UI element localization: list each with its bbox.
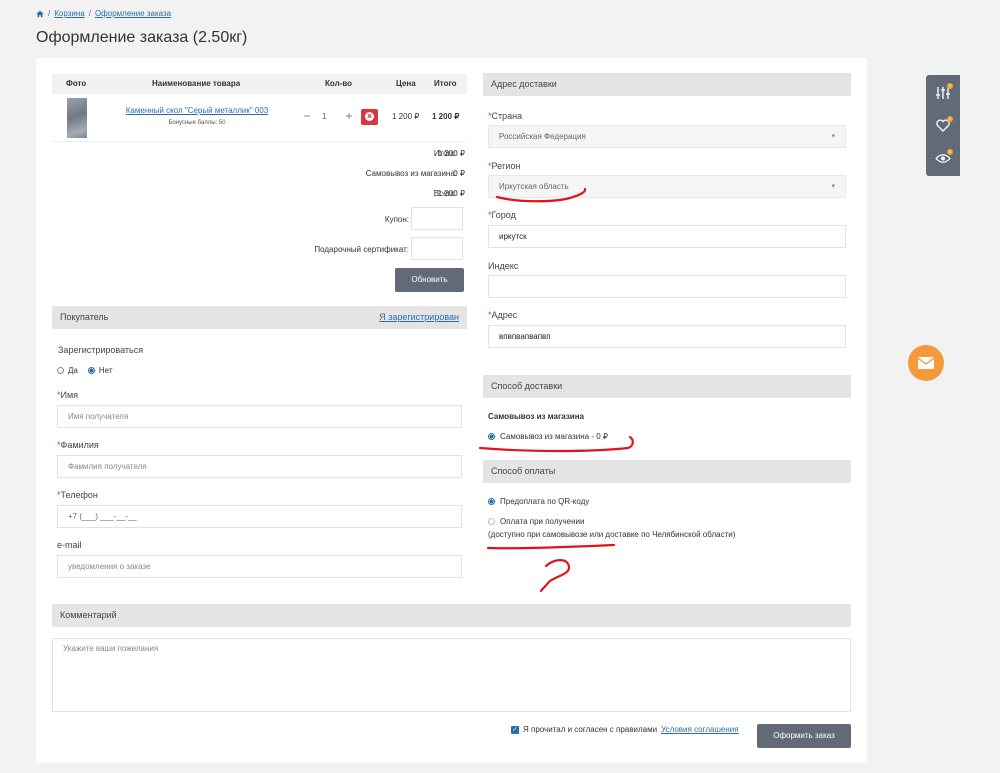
index-input[interactable]	[488, 275, 846, 298]
payment-qr-label: Предоплата по QR-коду	[500, 497, 590, 506]
favorites-count: 0	[947, 116, 953, 122]
phone-label: *Телефон	[57, 490, 98, 500]
product-bonus: Бонусные баллы: 50	[168, 120, 226, 126]
payment-cod-label: Оплата при получении	[500, 517, 585, 526]
summary-total-value: 1 200 ₽	[437, 189, 465, 198]
payment-qr-radio[interactable]	[488, 498, 495, 505]
compare-button[interactable]: 0	[926, 76, 960, 109]
agreement-row: ✓ Я прочитал и согласен с правилами Усло…	[511, 725, 739, 734]
payment-note: (доступно при самовывозе или доставке по…	[488, 530, 736, 539]
payment-cod-radio[interactable]	[488, 518, 495, 525]
column-name: Наименование товара	[152, 79, 241, 88]
delivery-pickup-label: Самовывоз из магазина - 0 ₽	[500, 432, 608, 441]
buyer-section-title: Покупатель	[60, 312, 109, 322]
breadcrumb-checkout-link[interactable]: Оформление заказа	[95, 9, 171, 18]
register-no-label: Нет	[98, 366, 113, 375]
country-select[interactable]: Российская Федерация ▾	[488, 125, 846, 148]
city-input[interactable]: иркутск	[488, 225, 846, 248]
buyer-section-header: Покупатель Я зарегистрирован	[52, 306, 467, 329]
delivery-group-title: Самовывоз из магазина	[488, 412, 584, 421]
delivery-pickup-radio[interactable]	[488, 433, 495, 440]
address-section-header: Адрес доставки	[483, 73, 851, 96]
city-label: *Город	[488, 210, 516, 220]
register-radio-group: Да Нет	[57, 366, 113, 375]
register-label: Зарегистрироваться	[58, 345, 144, 355]
product-name-link[interactable]: Каменный скол "Серый металлик" 003	[112, 106, 282, 115]
email-label: e-mail	[57, 540, 82, 550]
phone-input[interactable]: +7 (___) ___-__-__	[57, 505, 462, 528]
agreement-text: Я прочитал и согласен с правилами	[523, 725, 658, 734]
product-photo[interactable]	[67, 98, 87, 138]
name-label: *Имя	[57, 390, 79, 400]
region-label: *Регион	[488, 161, 521, 171]
payment-option-qr[interactable]: Предоплата по QR-коду	[488, 497, 589, 506]
qty-plus-button[interactable]: +	[340, 109, 358, 125]
chevron-down-icon: ▾	[831, 133, 835, 140]
column-photo: Фото	[66, 79, 87, 88]
compare-count: 0	[947, 83, 953, 89]
payment-section-header: Способ оплаты	[483, 460, 851, 483]
side-toolbar: 0 0 6	[926, 75, 960, 176]
page-title: Оформление заказа (2.50кг)	[36, 29, 248, 46]
agreement-terms-link[interactable]: Условия соглашения	[661, 725, 739, 734]
qty-minus-button[interactable]: −	[298, 109, 316, 125]
agreement-checkbox[interactable]: ✓	[511, 725, 519, 734]
payment-option-cod[interactable]: Оплата при получении	[488, 517, 584, 526]
column-price: Цена	[396, 79, 416, 88]
register-yes-radio[interactable]	[57, 367, 64, 374]
register-yes-label: Да	[68, 366, 78, 375]
envelope-icon	[918, 357, 934, 369]
email-input[interactable]: уведомления о заказе	[57, 555, 462, 578]
country-label: *Страна	[488, 111, 523, 121]
summary-subtotal-value: 1 200 ₽	[437, 149, 465, 158]
breadcrumb-cart-link[interactable]: Корзина	[54, 9, 84, 18]
comment-section-header: Комментарий	[52, 604, 851, 627]
delivery-option[interactable]: Самовывоз из магазина - 0 ₽	[488, 432, 608, 441]
viewed-button[interactable]: 6	[926, 142, 960, 175]
column-total: Итого	[434, 79, 457, 88]
remove-item-button[interactable]	[361, 109, 378, 125]
surname-input[interactable]: Фамилия получателя	[57, 455, 462, 478]
table-row: Каменный скол "Серый металлик" 003 Бонус…	[52, 94, 467, 142]
summary-delivery-value: 0 ₽	[453, 169, 465, 178]
product-total: 1 200 ₽	[432, 112, 460, 121]
already-registered-link[interactable]: Я зарегистрирован	[379, 306, 459, 329]
viewed-count: 6	[947, 149, 953, 155]
breadcrumb-separator: /	[48, 9, 51, 18]
qty-value[interactable]: 1	[322, 112, 326, 121]
chevron-down-icon: ▾	[831, 183, 835, 190]
address-label: *Адрес	[488, 310, 518, 320]
name-input[interactable]: Имя получателя	[57, 405, 462, 428]
region-select[interactable]: Иркутская область ▾	[488, 175, 846, 198]
update-button[interactable]: Обновить	[395, 268, 464, 292]
mail-button[interactable]	[908, 345, 944, 381]
submit-order-button[interactable]: Оформить заказ	[757, 724, 851, 748]
register-no-radio[interactable]	[87, 367, 95, 374]
coupon-label: Купон:	[384, 215, 409, 224]
breadcrumb-separator: /	[88, 9, 91, 18]
delivery-section-header: Способ доставки	[483, 375, 851, 398]
cart-table-header: Фото Наименование товара Кол-во Цена Ито…	[52, 74, 467, 94]
address-input[interactable]: впвпвапвапвп	[488, 325, 846, 348]
column-qty: Кол-во	[325, 79, 353, 88]
favorites-button[interactable]: 0	[926, 109, 960, 142]
coupon-input[interactable]	[411, 207, 463, 230]
home-icon[interactable]	[36, 10, 44, 18]
index-label: Индекс	[488, 261, 519, 271]
comment-textarea[interactable]: Укажите ваши пожелания	[52, 638, 851, 712]
surname-label: *Фамилия	[57, 440, 99, 450]
product-price: 1 200 ₽	[392, 112, 420, 121]
breadcrumb: / Корзина / Оформление заказа	[36, 9, 171, 18]
gift-certificate-label: Подарочный сертификат:	[314, 245, 409, 254]
gift-certificate-input[interactable]	[411, 237, 463, 260]
